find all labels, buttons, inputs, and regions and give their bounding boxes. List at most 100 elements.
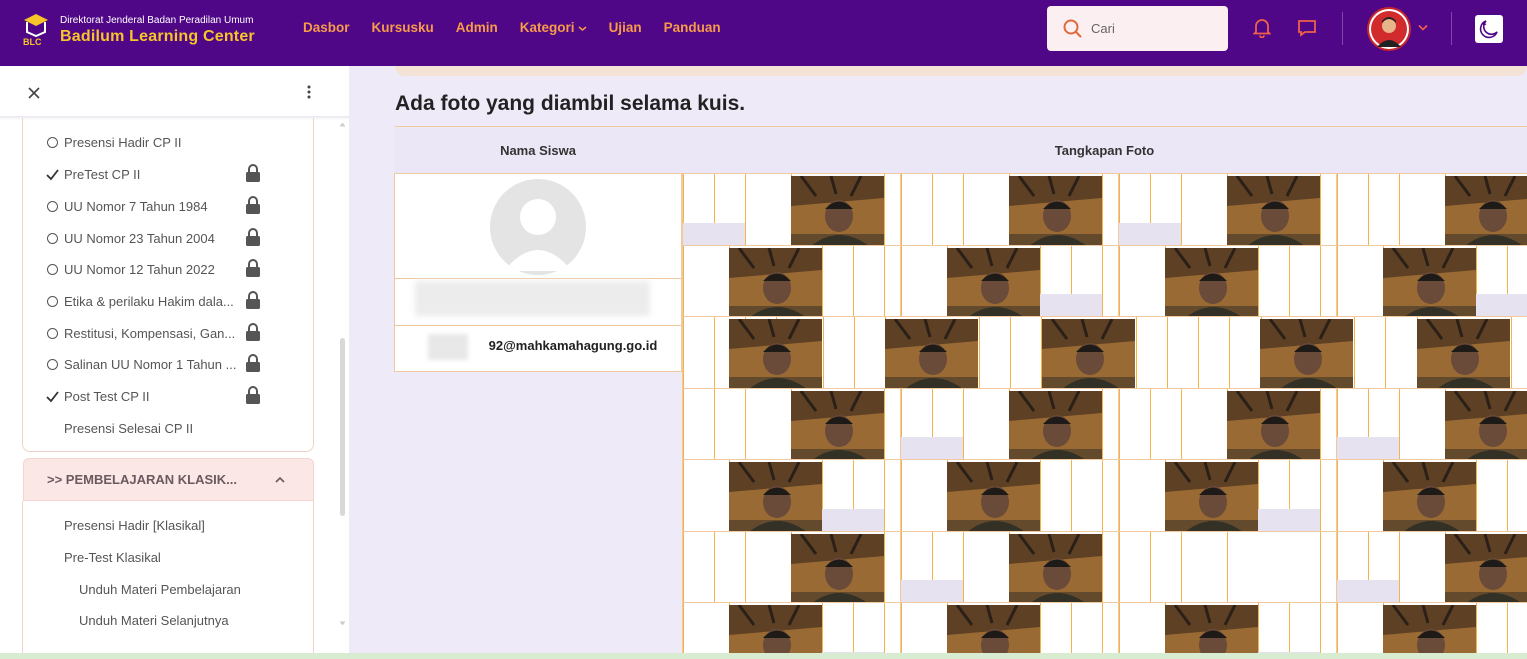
webcam-photo[interactable] xyxy=(1165,247,1258,318)
webcam-photo[interactable] xyxy=(1445,176,1527,246)
sidebar-item-etika-perilaku-hakim[interactable]: Etika & perilaku Hakim dala... xyxy=(46,291,234,311)
nav-ujian[interactable]: Ujian xyxy=(609,20,642,35)
webcam-photo[interactable] xyxy=(1445,533,1527,604)
photo-frame xyxy=(729,247,822,318)
webcam-photo[interactable] xyxy=(1383,247,1476,318)
close-icon[interactable] xyxy=(28,87,40,99)
divider xyxy=(1071,603,1072,653)
divider xyxy=(395,278,681,279)
divider xyxy=(1476,603,1477,653)
webcam-photo[interactable] xyxy=(791,390,884,461)
chevron-down-icon[interactable] xyxy=(1418,24,1428,31)
sidebar-item-presensi-hadir-cp-ii[interactable]: Presensi Hadir CP II xyxy=(46,132,182,152)
search-input[interactable] xyxy=(1091,21,1211,36)
webcam-photo[interactable] xyxy=(1227,390,1320,461)
divider xyxy=(745,174,746,245)
check-icon xyxy=(46,168,59,180)
webcam-photo[interactable] xyxy=(1383,462,1476,532)
webcam-photo[interactable] xyxy=(1042,319,1135,389)
webcam-photo[interactable] xyxy=(791,176,884,246)
nav-kategori[interactable]: Kategori xyxy=(520,20,587,35)
divider xyxy=(1119,388,1120,459)
chevron-up-icon[interactable] xyxy=(274,476,286,484)
photo-cell xyxy=(1118,173,1336,246)
sidebar-item-pre-test-klasikal[interactable]: Pre-Test Klasikal xyxy=(64,550,161,565)
webcam-photo[interactable] xyxy=(729,247,822,318)
webcam-photo[interactable] xyxy=(1445,390,1527,461)
divider xyxy=(1010,317,1011,388)
photo-frame xyxy=(1042,319,1135,389)
webcam-photo[interactable] xyxy=(947,605,1040,653)
divider xyxy=(1227,531,1228,602)
search-icon xyxy=(1063,19,1082,38)
webcam-photo[interactable] xyxy=(791,533,884,604)
nav-dasbor[interactable]: Dasbor xyxy=(303,20,350,35)
divider xyxy=(963,174,964,245)
sidebar-item-presensi-hadir-klasikal[interactable]: Presensi Hadir [Klasikal] xyxy=(64,518,205,533)
sidebar-item-pretest-cp-ii[interactable]: PreTest CP II xyxy=(46,164,140,184)
bell-icon[interactable] xyxy=(1253,18,1271,38)
blc-logo[interactable]: BLC xyxy=(22,12,50,46)
divider xyxy=(1511,317,1512,388)
sidebar-item-restitusi-kompensasi[interactable]: Restitusi, Kompensasi, Gan... xyxy=(46,323,235,343)
webcam-photo[interactable] xyxy=(729,605,822,653)
brand-name[interactable]: Badilum Learning Center xyxy=(60,28,255,46)
nav-kursusku[interactable]: Kursusku xyxy=(372,20,434,35)
divider xyxy=(1368,174,1369,245)
sidebar-item-salinan-uu-1[interactable]: Salinan UU Nomor 1 Tahun ... xyxy=(46,354,236,374)
user-avatar[interactable] xyxy=(1367,7,1411,51)
webcam-photo[interactable] xyxy=(1383,605,1476,653)
webcam-photo[interactable] xyxy=(1260,319,1353,389)
webcam-photo[interactable] xyxy=(1009,176,1102,246)
photo-placeholder xyxy=(901,580,963,602)
webcam-photo[interactable] xyxy=(1009,533,1102,604)
sidebar-item-label: Etika & perilaku Hakim dala... xyxy=(64,293,234,309)
webcam-photo[interactable] xyxy=(947,247,1040,318)
student-name-redacted xyxy=(415,281,650,316)
divider xyxy=(1102,388,1103,459)
divider xyxy=(1337,603,1338,653)
divider xyxy=(683,245,684,316)
webcam-photo[interactable] xyxy=(1009,390,1102,461)
sidebar-item-unduh-materi-selanjutnya[interactable]: Unduh Materi Selanjutnya xyxy=(79,613,229,628)
more-vertical-icon[interactable] xyxy=(307,85,311,99)
search-box[interactable] xyxy=(1047,6,1228,51)
nav-admin[interactable]: Admin xyxy=(456,20,498,35)
theme-toggle-button[interactable] xyxy=(1475,15,1503,43)
webcam-photo[interactable] xyxy=(1165,605,1258,653)
webcam-photo[interactable] xyxy=(947,462,1040,532)
photo-frame xyxy=(1417,319,1510,389)
webcam-photo[interactable] xyxy=(1227,176,1320,246)
scroll-up-icon[interactable] xyxy=(339,122,346,127)
photo-frame xyxy=(791,176,884,246)
photo-cell xyxy=(1336,387,1527,461)
webcam-photo[interactable] xyxy=(1417,319,1510,389)
scroll-down-icon[interactable] xyxy=(339,621,346,626)
user-placeholder-icon xyxy=(504,199,572,271)
divider xyxy=(1102,531,1103,602)
sidebar-scrollbar[interactable] xyxy=(340,338,345,516)
lock-icon xyxy=(246,323,260,341)
chat-icon[interactable] xyxy=(1297,18,1317,38)
sidebar-item-uu-23-2004[interactable]: UU Nomor 23 Tahun 2004 xyxy=(46,228,215,248)
photo-capture-grid xyxy=(682,173,1527,653)
webcam-photo[interactable] xyxy=(729,462,822,532)
webcam-photo[interactable] xyxy=(729,319,822,389)
photo-frame xyxy=(1383,247,1476,318)
divider xyxy=(1102,245,1103,316)
webcam-photo[interactable] xyxy=(1165,462,1258,532)
photo-frame xyxy=(791,533,884,604)
nav-panduan[interactable]: Panduan xyxy=(664,20,721,35)
sidebar-item-label: Restitusi, Kompensasi, Gan... xyxy=(64,325,236,341)
divider xyxy=(1320,460,1321,531)
sidebar-item-uu-12-2022[interactable]: UU Nomor 12 Tahun 2022 xyxy=(46,259,215,279)
section-pembelajaran-klasikal[interactable]: >> PEMBELAJARAN KLASIK... xyxy=(23,458,314,501)
sidebar-item-post-test-cp-ii[interactable]: Post Test CP II xyxy=(46,386,150,406)
divider xyxy=(823,317,824,388)
divider xyxy=(1181,531,1182,602)
sidebar-item-presensi-selesai-cp-ii[interactable]: Presensi Selesai CP II xyxy=(64,418,193,438)
webcam-photo[interactable] xyxy=(885,319,978,389)
sidebar-item-unduh-materi[interactable]: Unduh Materi Pembelajaran xyxy=(79,582,241,597)
photo-frame xyxy=(947,605,1040,653)
sidebar-item-uu-7-1984[interactable]: UU Nomor 7 Tahun 1984 xyxy=(46,196,208,216)
